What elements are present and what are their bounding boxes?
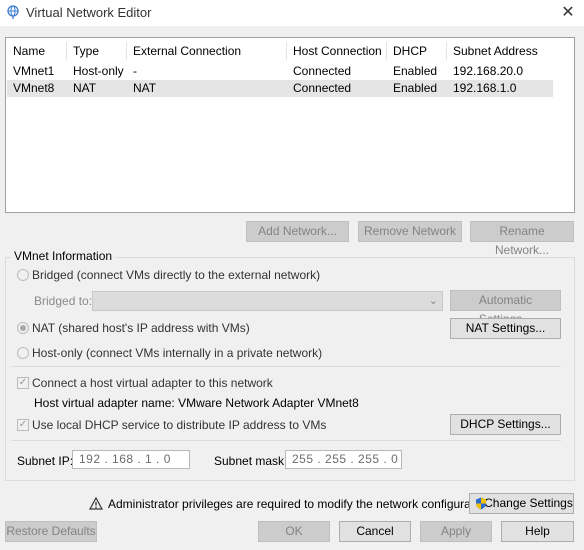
separator [11, 366, 561, 367]
add-network-button[interactable]: Add Network... [246, 221, 349, 242]
network-globe-icon [7, 5, 19, 19]
cell-subnet: 192.168.1.0 [453, 81, 517, 95]
separator [11, 440, 561, 441]
cell-dhcp: Enabled [393, 64, 438, 78]
ok-button[interactable]: OK [258, 521, 330, 542]
dhcp-settings-button[interactable]: DHCP Settings... [450, 414, 561, 435]
warning-icon [89, 497, 103, 510]
cell-type: Host-only [73, 64, 124, 78]
cell-name: VMnet8 [13, 81, 55, 95]
column-header-type[interactable]: Type [67, 42, 127, 60]
dhcp-label: Use local DHCP service to distribute IP … [32, 418, 327, 432]
column-header-subnet[interactable]: Subnet Address [447, 42, 547, 60]
cell-external: NAT [133, 81, 157, 95]
uac-shield-icon [476, 497, 486, 510]
cell-dhcp: Enabled [393, 81, 438, 95]
help-button[interactable]: Help [501, 521, 574, 542]
column-header-host[interactable]: Host Connection [287, 42, 387, 60]
host-only-radio[interactable] [17, 347, 29, 359]
cell-host: Connected [293, 81, 352, 95]
restore-defaults-button[interactable]: Restore Defaults [5, 521, 97, 542]
cell-host: Connected [293, 64, 352, 78]
nat-settings-button[interactable]: NAT Settings... [450, 318, 561, 339]
bridged-label: Bridged (connect VMs directly to the ext… [32, 268, 321, 282]
table-row[interactable]: VMnet1 Host-only - Connected Enabled 192… [7, 63, 553, 80]
change-settings-button[interactable]: Change Settings [469, 493, 574, 514]
window-title: Virtual Network Editor [26, 5, 152, 20]
subnet-mask-label: Subnet mask: [214, 454, 288, 468]
adapter-name-label: Host virtual adapter name: VMware Networ… [34, 396, 359, 410]
cell-name: VMnet1 [13, 64, 55, 78]
subnet-mask-field[interactable]: 255 . 255 . 255 . 0 [285, 450, 402, 469]
nat-label: NAT (shared host's IP address with VMs) [32, 321, 250, 335]
chevron-down-icon: ⌄ [428, 295, 438, 307]
rename-network-button[interactable]: Rename Network... [470, 221, 574, 257]
network-list[interactable]: Name Type External Connection Host Conne… [5, 37, 575, 213]
admin-warning-text: Administrator privileges are required to… [108, 497, 494, 511]
column-header-external[interactable]: External Connection [127, 42, 287, 60]
cancel-button[interactable]: Cancel [339, 521, 411, 542]
subnet-ip-field[interactable]: 192 . 168 . 1 . 0 [72, 450, 190, 469]
connect-adapter-label: Connect a host virtual adapter to this n… [32, 376, 273, 390]
connect-adapter-checkbox[interactable]: ✓ [17, 377, 29, 389]
subnet-ip-label: Subnet IP: [17, 454, 74, 468]
column-header-name[interactable]: Name [7, 42, 67, 60]
apply-button[interactable]: Apply [420, 521, 492, 542]
cell-subnet: 192.168.20.0 [453, 64, 524, 78]
cell-type: NAT [73, 81, 97, 95]
title-bar: Virtual Network Editor ✕ [0, 0, 584, 26]
bridged-to-select[interactable]: ⌄ [92, 291, 443, 311]
column-header-dhcp[interactable]: DHCP [387, 42, 447, 60]
bridged-radio[interactable] [17, 269, 29, 281]
host-only-label: Host-only (connect VMs internally in a p… [32, 346, 323, 360]
cell-external: - [133, 64, 137, 78]
dhcp-checkbox[interactable]: ✓ [17, 419, 29, 431]
vmnet-info-label: VMnet Information [11, 249, 116, 263]
close-icon[interactable]: ✕ [556, 3, 580, 23]
bridged-to-label: Bridged to: [34, 294, 93, 308]
remove-network-button[interactable]: Remove Network [358, 221, 462, 242]
table-row-selected[interactable]: VMnet8 NAT NAT Connected Enabled 192.168… [7, 80, 553, 97]
automatic-settings-button[interactable]: Automatic Settings... [450, 290, 561, 326]
nat-radio[interactable] [17, 322, 29, 334]
